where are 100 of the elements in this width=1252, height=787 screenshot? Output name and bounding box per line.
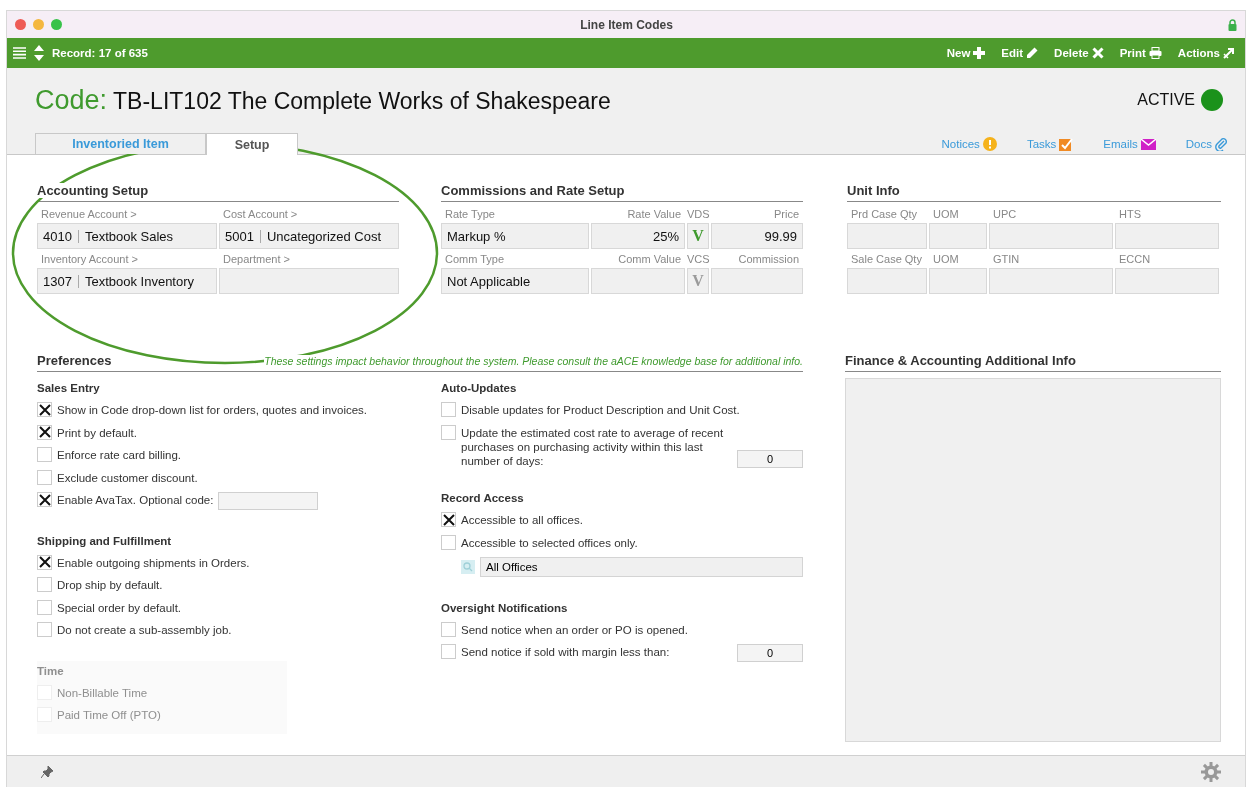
section-title: Accounting Setup [37, 183, 149, 198]
x-icon [1091, 47, 1104, 59]
text-field[interactable] [1115, 268, 1219, 294]
field-label: VDS [687, 208, 709, 220]
number-field[interactable]: 99.99 [711, 223, 803, 249]
status-dot [1201, 89, 1223, 111]
header-link[interactable]: Docs [1185, 137, 1227, 151]
field-label: Prd Case Qty [850, 208, 919, 220]
text-field[interactable] [847, 268, 927, 294]
section-title: Unit Info [847, 183, 1221, 202]
toolbar-button[interactable]: Actions [1177, 47, 1235, 59]
flag-field[interactable]: V [687, 223, 709, 249]
account-field[interactable]: 4010 Textbook Sales [37, 223, 217, 249]
pin-icon[interactable] [41, 765, 53, 778]
checkbox-label: Accessible to all offices. [461, 513, 583, 527]
header-link[interactable]: Notices [941, 137, 997, 151]
field-label: Rate Type [444, 208, 496, 220]
envelope-icon [1140, 138, 1156, 150]
field-label[interactable]: Inventory Account > [37, 253, 217, 265]
account-field[interactable]: 5001 Uncategorized Cost [219, 223, 399, 249]
toolbar-button[interactable]: Edit [1001, 47, 1039, 59]
arrow-icon [1223, 47, 1235, 59]
checkbox-label: Disable updates for Product Description and Unit Cost. [461, 403, 740, 417]
number-field[interactable]: 0 [737, 449, 803, 468]
zoom-button[interactable] [51, 19, 62, 30]
field-label: GTIN [992, 253, 1021, 265]
pencil-icon [1026, 47, 1039, 59]
checkbox-label: Enforce rate card billing. [57, 448, 181, 462]
section-title: Finance & Accounting Additional Info [845, 353, 1221, 372]
menu-icon[interactable] [13, 47, 26, 59]
window-title: Line Item Codes [579, 17, 674, 32]
field-label: Commission [737, 253, 800, 265]
code-field[interactable] [218, 492, 319, 510]
printer-icon [1148, 47, 1162, 59]
toolbar-button[interactable]: Print [1119, 47, 1162, 59]
tab[interactable]: Inventoried Item [35, 133, 206, 154]
checkbox[interactable] [37, 492, 52, 507]
field-label: HTS [1118, 208, 1142, 220]
text-field[interactable] [989, 223, 1113, 249]
text-field[interactable] [1115, 223, 1219, 249]
checkbox-label: Paid Time Off (PTO) [57, 708, 161, 722]
flag-field[interactable]: V [687, 268, 709, 294]
checkmark-icon [1059, 137, 1074, 151]
checkbox-label: Enable outgoing shipments in Orders. [57, 555, 250, 570]
number-field[interactable]: 25% [591, 223, 685, 249]
checkbox-label: Accessible to selected offices only. [461, 535, 638, 550]
section-title: Commissions and Rate Setup [441, 183, 803, 202]
text-field[interactable] [929, 268, 987, 294]
checkbox-label: Special order by default. [57, 600, 182, 615]
field-label[interactable]: Cost Account > [219, 208, 399, 220]
text-field[interactable] [929, 223, 987, 249]
header-link[interactable]: Emails [1103, 137, 1156, 151]
text-field[interactable] [847, 223, 927, 249]
settings-icon[interactable] [1201, 761, 1221, 782]
group-title: Sales Entry [37, 382, 101, 394]
number-field[interactable] [711, 268, 803, 294]
toolbar-button[interactable]: New [946, 47, 986, 59]
field-label: UOM [932, 253, 960, 265]
field-label: Sale Case Qty [850, 253, 923, 265]
checkbox-label: Update the estimated cost rate to average of recent purchases on purchasing activity within this last number of days: [461, 425, 725, 468]
close-button[interactable] [15, 19, 26, 30]
field-label[interactable]: Department > [219, 253, 399, 265]
section-title: Preferences [37, 353, 112, 368]
offices-field[interactable]: All Offices [480, 557, 803, 577]
text-field[interactable]: Not Applicable [441, 268, 589, 294]
field-label: Rate Value [626, 208, 682, 220]
account-field[interactable]: 1307 Textbook Inventory [37, 268, 217, 294]
field-label: ECCN [1118, 253, 1152, 265]
checkbox-label: Send notice if sold with margin less than: [461, 645, 671, 659]
account-field[interactable] [219, 268, 399, 294]
checkbox-label: Exclude customer discount. [57, 470, 198, 485]
field-label: VCS [687, 253, 709, 265]
group-title: Time [37, 664, 65, 677]
status-label: ACTIVE [1137, 91, 1195, 109]
preferences-note: These settings impact behavior throughout the system. Please consult the aACE knowledge base for additional info. [264, 355, 803, 367]
header-link[interactable]: Tasks [1026, 137, 1074, 151]
code-label: Code: [35, 84, 108, 116]
tab[interactable]: Setup [206, 133, 298, 155]
exclamation-icon [982, 137, 997, 151]
up-down-arrows-icon[interactable] [34, 45, 44, 61]
checkbox[interactable] [441, 512, 456, 527]
text-field[interactable] [989, 268, 1113, 294]
toolbar-button[interactable]: Delete [1054, 47, 1104, 59]
number-field[interactable]: 0 [737, 644, 803, 662]
field-label[interactable]: Revenue Account > [37, 208, 217, 220]
checkbox-label: Print by default. [57, 425, 137, 440]
group-title: Oversight Notifications [441, 601, 569, 614]
checkbox[interactable] [37, 402, 52, 417]
field-label: Comm Type [444, 253, 506, 265]
field-label: UPC [992, 208, 1018, 220]
checkbox-label: Send notice when an order or PO is opened. [461, 622, 688, 637]
notes-field[interactable] [845, 378, 1221, 742]
paperclip-icon [1215, 137, 1227, 151]
minimize-button[interactable] [33, 19, 44, 30]
search-icon[interactable] [461, 560, 475, 574]
text-field[interactable]: Markup % [441, 223, 589, 249]
record-title: TB-LIT102 The Complete Works of Shakespeare [113, 87, 611, 115]
group-title: Shipping and Fulfillment [37, 534, 173, 547]
number-field[interactable] [591, 268, 685, 294]
lock-icon [1228, 18, 1237, 31]
